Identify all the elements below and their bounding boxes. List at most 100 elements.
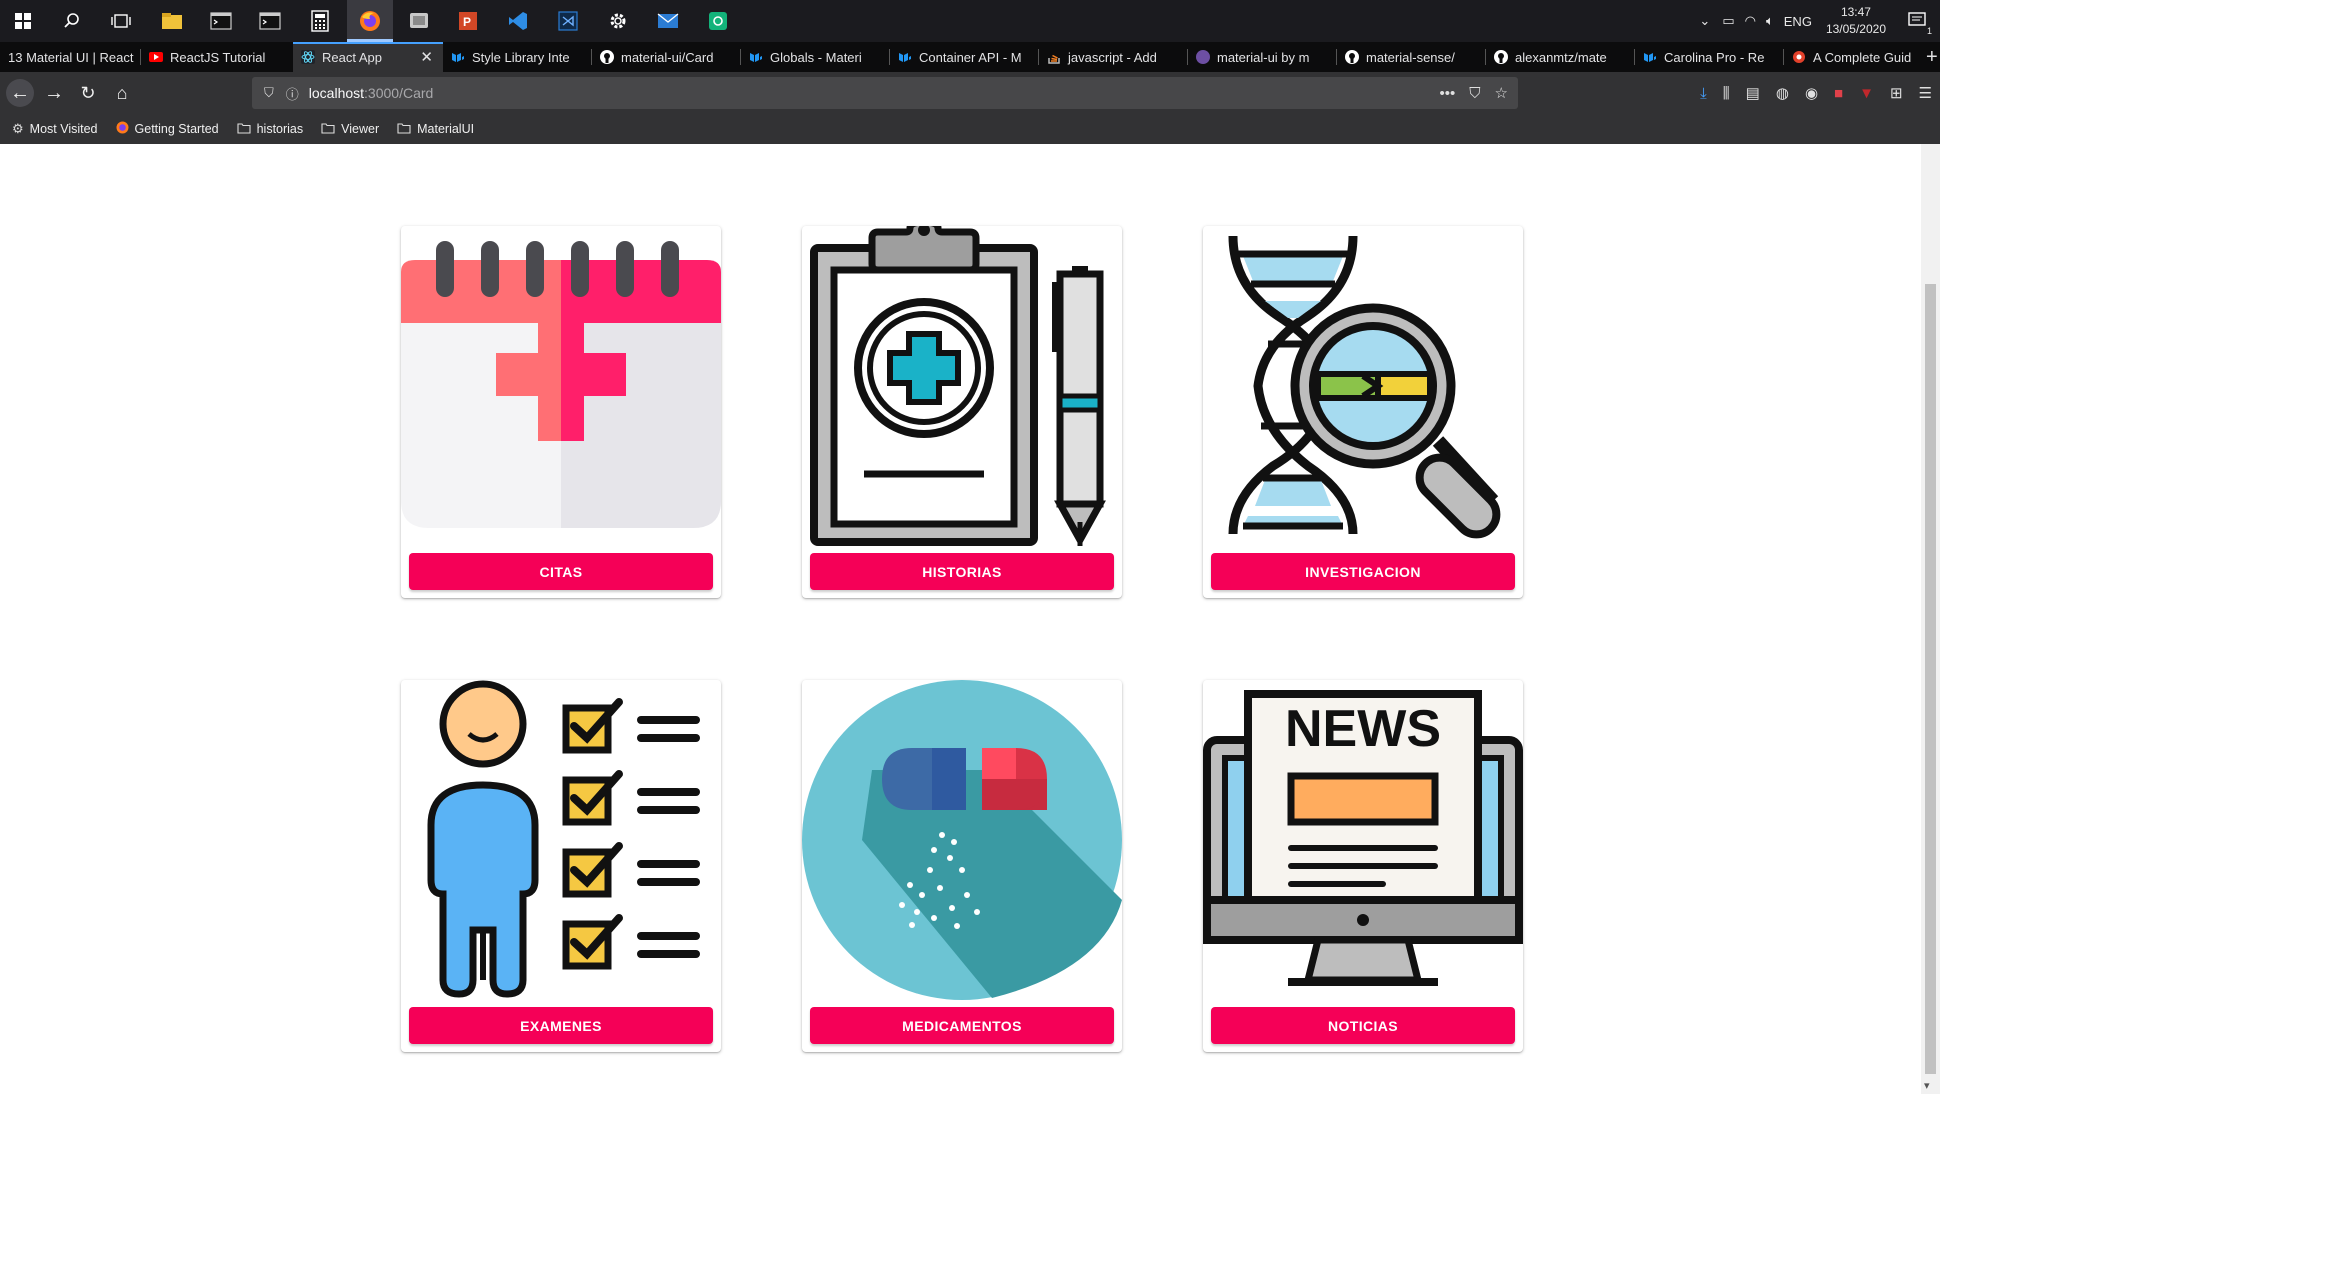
- tab-title: React App: [322, 49, 382, 65]
- purple-site-icon: [1196, 50, 1210, 64]
- youtube-icon: [149, 50, 163, 64]
- extension-icon[interactable]: ▼: [1859, 85, 1874, 102]
- terminal-icon[interactable]: [206, 6, 236, 36]
- file-explorer-icon[interactable]: [157, 6, 187, 36]
- toolbar-icons: ⤓ ⫼ ▤ ◍ ◉ ■ ▼ ⊞ ☰: [1700, 72, 1932, 114]
- page-scrollbar[interactable]: ▾: [1921, 144, 1940, 1094]
- globe-icon[interactable]: ◍: [1776, 84, 1789, 102]
- menu-icon[interactable]: ☰: [1919, 84, 1932, 102]
- folder-icon: [397, 122, 411, 137]
- bookmark-materialui[interactable]: MaterialUI: [397, 122, 474, 137]
- examenes-button[interactable]: EXAMENES: [409, 1007, 713, 1044]
- tab-globals-material[interactable]: Globals - Materi: [741, 42, 889, 72]
- tab-material-ui-card[interactable]: material-ui/Card: [592, 42, 740, 72]
- noticias-button[interactable]: NOTICIAS: [1211, 1007, 1515, 1044]
- scrollbar-thumb[interactable]: [1925, 284, 1936, 1074]
- extension-icon[interactable]: ■: [1834, 85, 1843, 102]
- forward-arrow-icon[interactable]: →: [40, 79, 68, 107]
- card-citas[interactable]: CITAS: [401, 226, 721, 598]
- search-icon[interactable]: [57, 6, 87, 36]
- card-examenes[interactable]: EXAMENES: [401, 680, 721, 1052]
- browser-tab-strip: 13 Material UI | React ReactJS Tutorial …: [0, 42, 1940, 72]
- tab-title: ReactJS Tutorial: [170, 49, 266, 65]
- task-view-icon[interactable]: [106, 6, 136, 36]
- tab-reactjs-tutorial[interactable]: ReactJS Tutorial: [141, 42, 293, 72]
- tab-container-api[interactable]: Container API - M: [890, 42, 1038, 72]
- card-investigacion[interactable]: INVESTIGACION: [1203, 226, 1523, 598]
- investigacion-button[interactable]: INVESTIGACION: [1211, 553, 1515, 590]
- account-icon[interactable]: ◉: [1805, 84, 1818, 102]
- tab-alexanmtz[interactable]: alexanmtz/mate: [1486, 42, 1634, 72]
- mail-icon[interactable]: [653, 6, 683, 36]
- reload-icon[interactable]: ↻: [74, 79, 102, 107]
- bookmark-label: historias: [256, 122, 304, 136]
- scroll-down-icon[interactable]: ▾: [1924, 1079, 1930, 1092]
- tab-style-library[interactable]: Style Library Inte: [443, 42, 591, 72]
- firefox-icon: [116, 121, 129, 137]
- tab-javascript-add[interactable]: javascript - Add: [1039, 42, 1187, 72]
- folder-icon: [321, 122, 335, 137]
- app-icon[interactable]: [703, 6, 733, 36]
- extensions-icon[interactable]: ⊞: [1890, 84, 1903, 102]
- bookmark-historias[interactable]: historias: [237, 122, 304, 137]
- terminal-icon[interactable]: [255, 6, 285, 36]
- address-bar[interactable]: ⛉ ⓘ localhost:3000/Card ••• ⛉ ☆: [252, 77, 1518, 109]
- calculator-icon[interactable]: [305, 6, 335, 36]
- gear-icon: ⚙: [12, 121, 24, 136]
- react-icon: [301, 50, 315, 64]
- card-historias[interactable]: HISTORIAS: [802, 226, 1122, 598]
- tab-carolina-pro[interactable]: Carolina Pro - Re: [1635, 42, 1783, 72]
- card-noticias[interactable]: NEWS NOTICIAS: [1203, 680, 1523, 1052]
- battery-icon[interactable]: ▭: [1722, 13, 1734, 29]
- bookmark-label: Viewer: [341, 122, 380, 136]
- powerpoint-icon[interactable]: P: [453, 6, 483, 36]
- language-indicator[interactable]: ENG: [1784, 14, 1812, 29]
- tab-material-ui-by[interactable]: material-ui by m: [1188, 42, 1336, 72]
- tab-title: material-ui/Card: [621, 49, 714, 65]
- tab-title: alexanmtz/mate: [1515, 49, 1607, 65]
- tab-complete-guide[interactable]: A Complete Guid: [1784, 42, 1926, 72]
- url-path: :3000/Card: [364, 85, 434, 101]
- new-tab-icon[interactable]: +: [1926, 42, 1940, 72]
- tab-material-sense[interactable]: material-sense/: [1337, 42, 1485, 72]
- home-icon[interactable]: ⌂: [108, 79, 136, 107]
- volume-icon[interactable]: 🔈︎: [1766, 13, 1774, 29]
- clock[interactable]: 13:47 13/05/2020: [1826, 4, 1886, 38]
- page-viewport: CITAS HISTORIAS INVESTIGACION EXAMENES M…: [0, 144, 1921, 1094]
- citas-button[interactable]: CITAS: [409, 553, 713, 590]
- news-monitor-icon: NEWS: [1203, 690, 1523, 986]
- pocket-icon[interactable]: ⛉: [1469, 85, 1480, 102]
- tab-react-app[interactable]: React App ✕: [293, 42, 443, 72]
- page-actions-icon[interactable]: •••: [1440, 85, 1456, 102]
- tab-material-ui-react[interactable]: 13 Material UI | React: [0, 42, 140, 72]
- firefox-icon[interactable]: [347, 0, 393, 42]
- chromium-icon[interactable]: [404, 6, 434, 36]
- bookmark-getting-started[interactable]: Getting Started: [116, 121, 219, 137]
- mui-icon: [451, 50, 465, 64]
- sidebar-icon[interactable]: ▤: [1746, 84, 1760, 102]
- url-host: localhost: [308, 85, 365, 101]
- clock-date: 13/05/2020: [1825, 22, 1886, 36]
- bookmark-viewer[interactable]: Viewer: [321, 122, 379, 137]
- library-icon[interactable]: ⫼: [1723, 85, 1730, 102]
- close-tab-icon[interactable]: ✕: [420, 48, 433, 66]
- screen-background: [1940, 0, 2326, 1278]
- shield-icon[interactable]: ⛉: [264, 85, 274, 101]
- chevron-up-icon[interactable]: ⌄: [1699, 13, 1710, 29]
- wifi-icon[interactable]: ◠: [1745, 13, 1756, 29]
- bookmark-star-icon[interactable]: ☆: [1495, 84, 1508, 102]
- settings-icon[interactable]: [603, 6, 633, 36]
- download-icon[interactable]: ⤓: [1700, 85, 1707, 102]
- medicamentos-button[interactable]: MEDICAMENTOS: [810, 1007, 1114, 1044]
- back-arrow-icon[interactable]: ←: [6, 79, 34, 107]
- historias-button[interactable]: HISTORIAS: [810, 553, 1114, 590]
- windows-start-icon[interactable]: [8, 6, 38, 36]
- notifications-icon[interactable]: 1: [1908, 11, 1932, 36]
- card-medicamentos[interactable]: MEDICAMENTOS: [802, 680, 1122, 1052]
- clock-time: 13:47: [1840, 5, 1871, 19]
- bookmark-most-visited[interactable]: ⚙ Most Visited: [12, 121, 98, 137]
- vscode-icon[interactable]: [503, 6, 533, 36]
- vs-icon[interactable]: [553, 6, 583, 36]
- info-icon[interactable]: ⓘ: [286, 84, 299, 103]
- tab-title: material-ui by m: [1217, 49, 1310, 65]
